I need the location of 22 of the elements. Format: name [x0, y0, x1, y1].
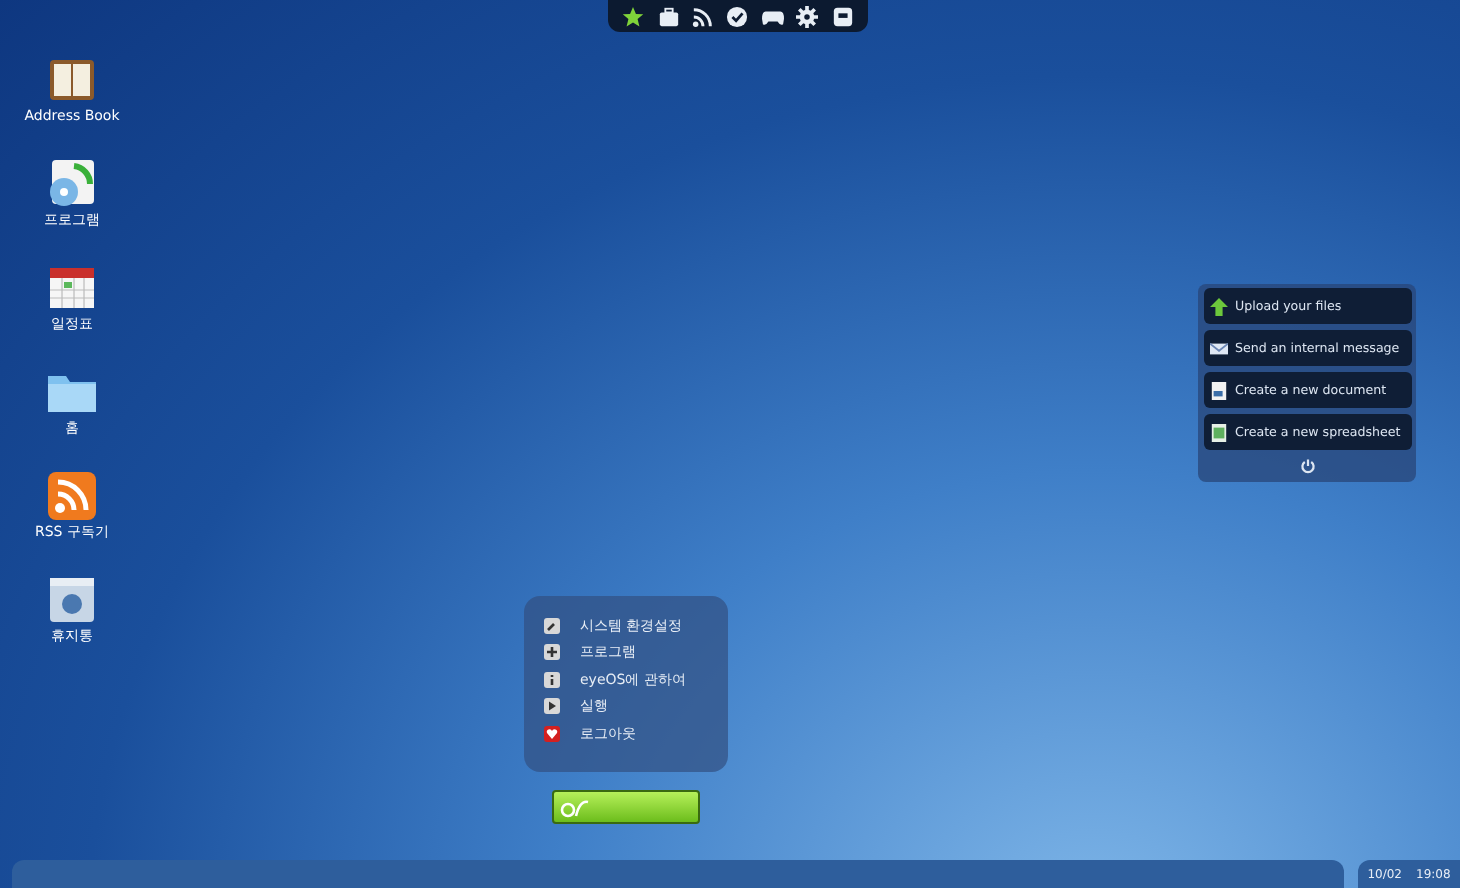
logout-icon [544, 725, 560, 742]
settings-icon[interactable] [796, 5, 819, 27]
calendar-icon[interactable] [46, 262, 98, 314]
star-icon[interactable] [622, 5, 645, 27]
info-icon [544, 671, 560, 688]
trash-icon[interactable] [46, 574, 98, 626]
feed-icon[interactable] [692, 5, 715, 27]
tray-icon[interactable] [831, 5, 854, 27]
power-icon[interactable] [1299, 458, 1315, 474]
check-icon[interactable] [726, 5, 749, 27]
play-icon [544, 698, 560, 715]
envelope-icon [1209, 339, 1227, 357]
wrench-icon [544, 617, 560, 634]
start-button[interactable] [552, 790, 700, 824]
rss-icon[interactable] [46, 470, 98, 522]
briefcase-icon[interactable] [657, 5, 680, 27]
logo-icon [560, 797, 592, 817]
up-arrow-icon [1209, 297, 1227, 315]
document-icon [1209, 381, 1227, 399]
plus-icon [544, 644, 560, 661]
spreadsheet-icon [1209, 423, 1227, 441]
address-book-icon[interactable] [46, 54, 98, 106]
